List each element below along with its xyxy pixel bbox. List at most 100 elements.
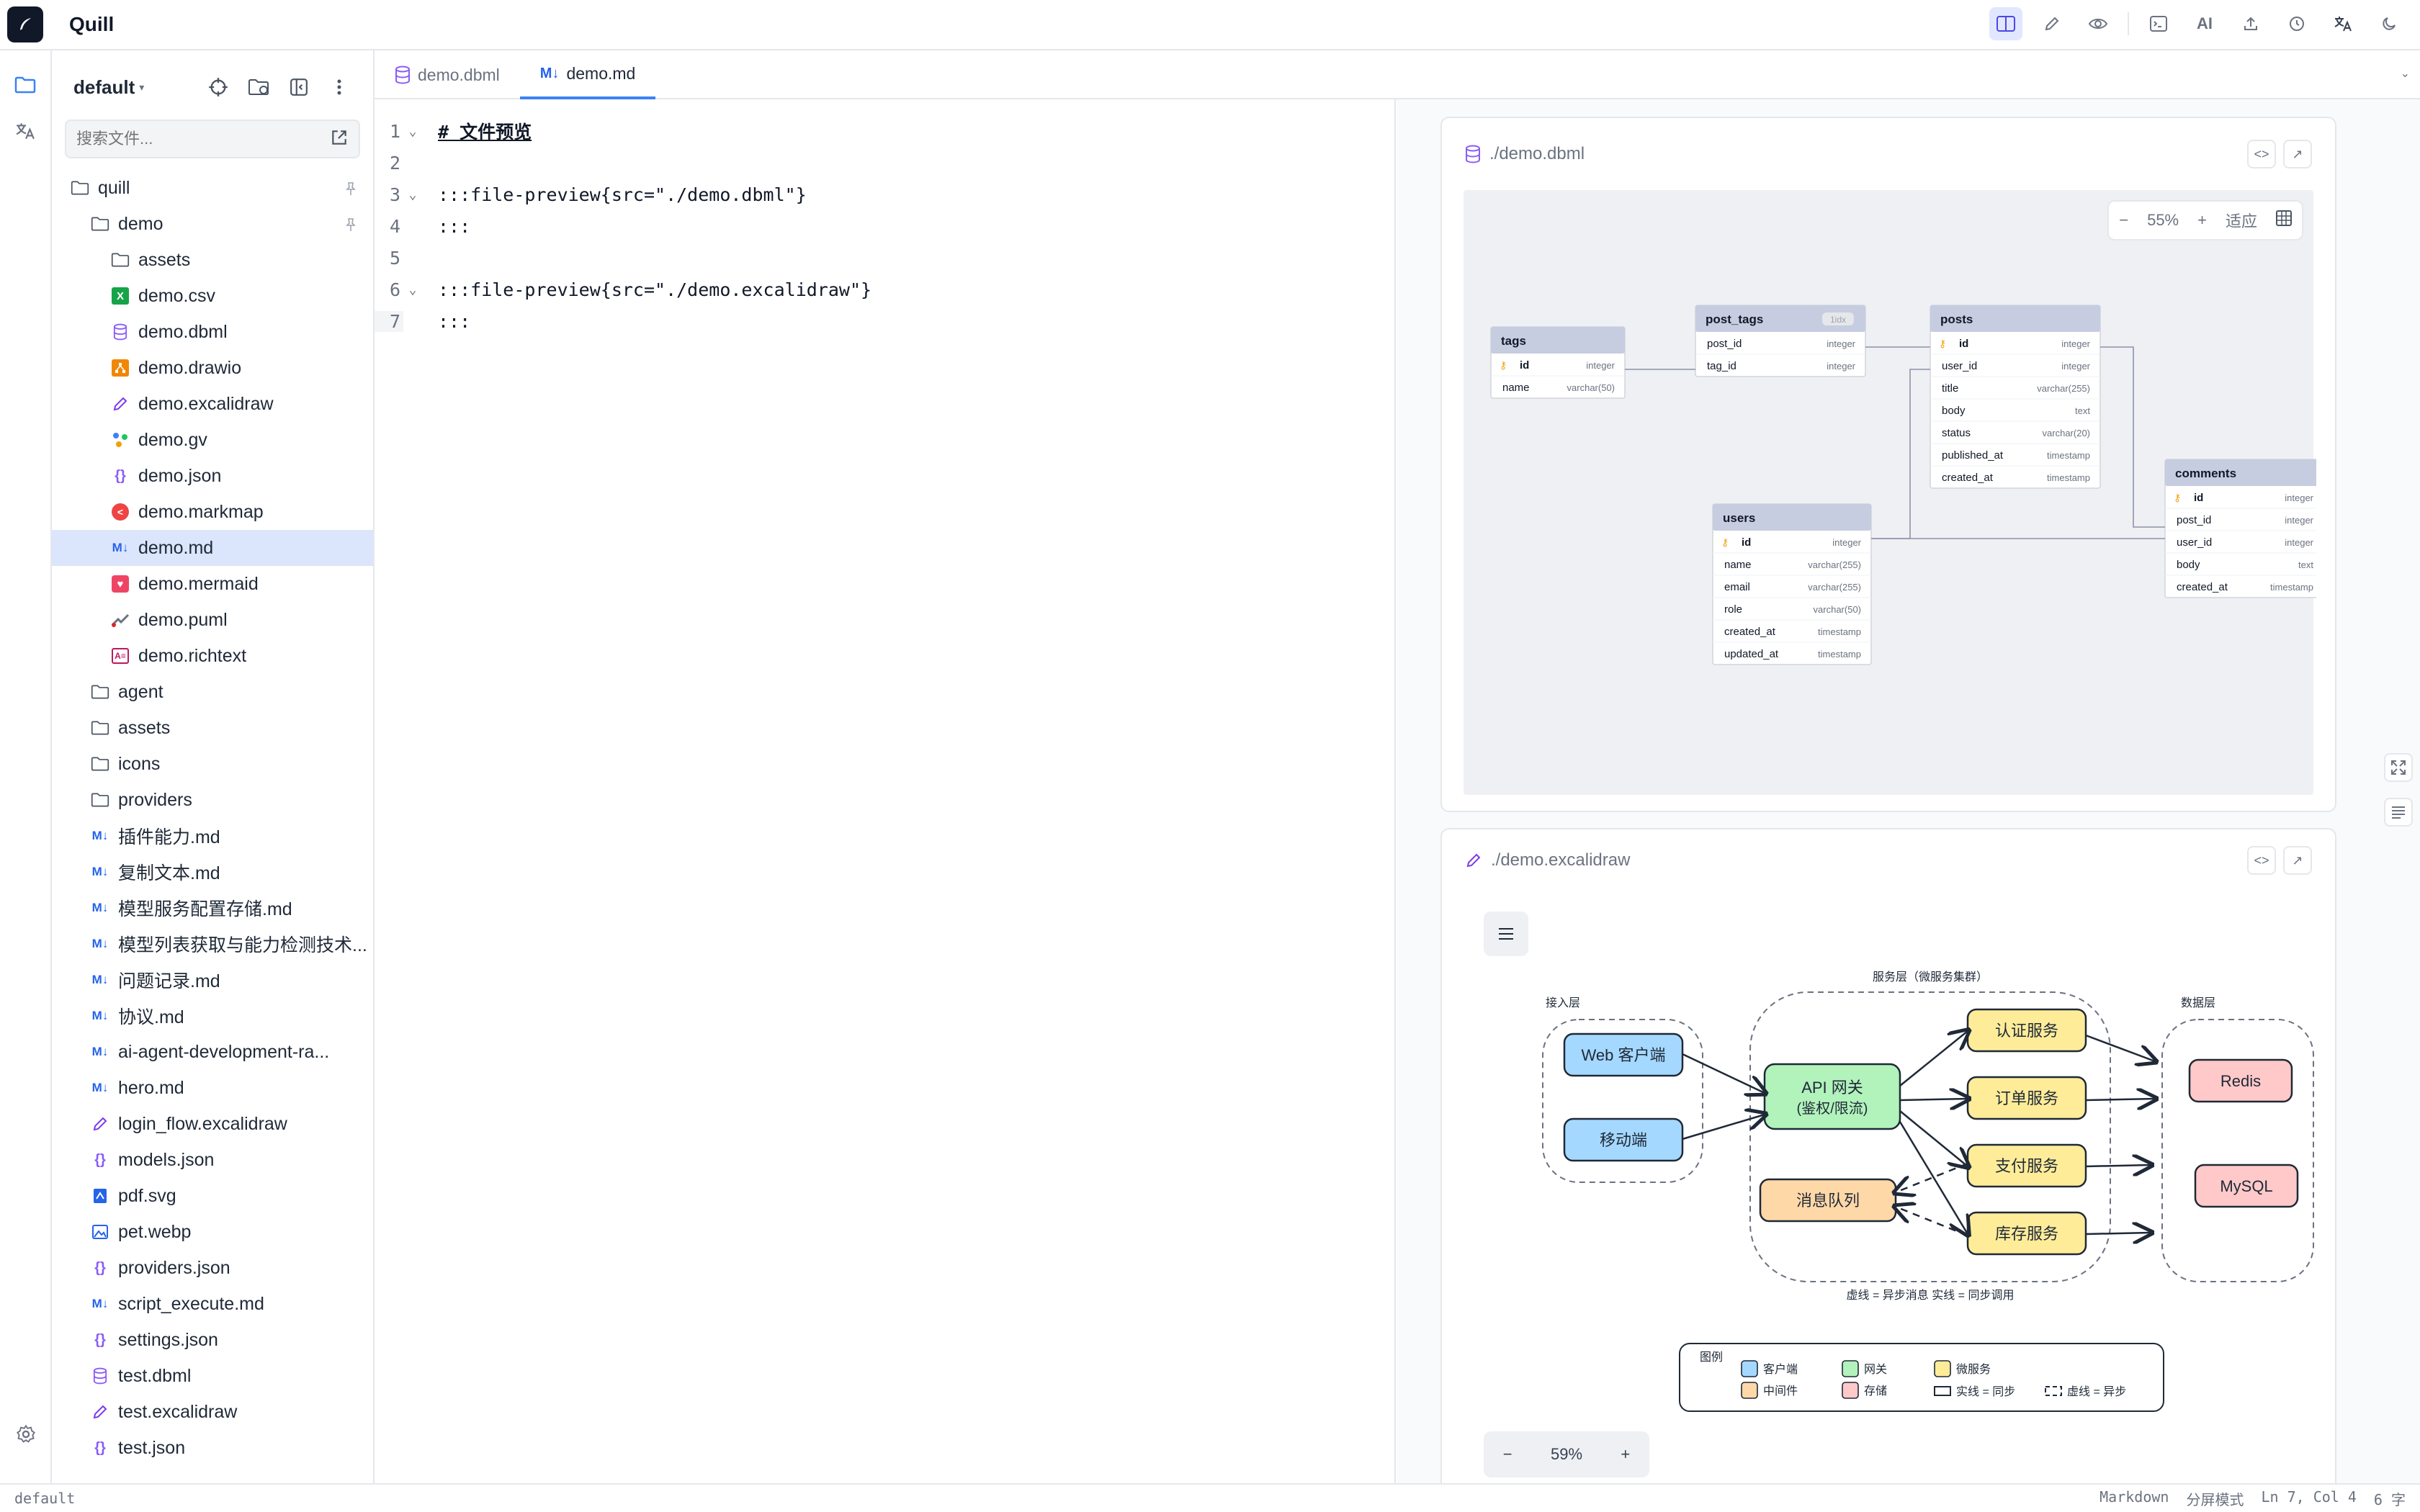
zoom-out-button[interactable]: − [1503,1445,1512,1464]
database-icon [395,66,410,84]
open-external-icon[interactable]: ↗ [2283,140,2312,168]
file-item[interactable]: M↓ 模型列表获取与能力检测技术... [52,926,373,962]
file-item[interactable]: pet.webp [52,1214,373,1250]
zoom-in-button[interactable]: + [1621,1445,1630,1464]
file-item[interactable]: {} test.json [52,1430,373,1466]
column-name: created_at [1724,626,1776,638]
tab-demo-dbml[interactable]: demo.dbml [375,50,520,99]
editor-line[interactable]: 6 ⌄:::file-preview{src="./demo.excalidraw… [375,274,1394,305]
file-item[interactable]: demo.puml [52,602,373,638]
file-item[interactable]: M↓ 模型服务配置存储.md [52,890,373,926]
split-view-icon[interactable] [1989,7,2022,40]
column-type: integer [1832,537,1861,548]
file-item[interactable]: {} providers.json [52,1250,373,1286]
status-workspace: default [14,1490,76,1507]
terminal-icon[interactable] [2142,7,2175,40]
folder-item[interactable]: quill [52,170,373,206]
code-view-icon[interactable]: <> [2247,846,2276,875]
fold-chevron-icon[interactable]: ⌄ [403,187,422,202]
fullscreen-icon[interactable] [2384,753,2413,782]
code-view-icon[interactable]: <> [2247,140,2276,168]
dbml-canvas[interactable]: − 55% + 适应 tags ⚷ id integer name varchar(50)… [1464,190,2316,795]
async-arrow [1896,1162,1968,1192]
file-item[interactable]: A≡ demo.richtext [52,638,373,674]
history-icon[interactable] [2280,7,2313,40]
file-item[interactable]: {} settings.json [52,1322,373,1358]
workspace-switcher[interactable]: default [73,76,135,99]
ai-icon[interactable]: AI [2188,7,2221,40]
preview-mode-icon[interactable] [2081,7,2115,40]
outline-icon[interactable] [2384,798,2413,827]
file-item[interactable]: demo.excalidraw [52,386,373,422]
file-item[interactable]: demo.drawio [52,350,373,386]
editor-line[interactable]: 5 [375,242,1394,274]
file-item[interactable]: {} demo.json [52,458,373,494]
editor-line[interactable]: 7::: [375,305,1394,337]
new-folder-icon[interactable] [246,75,271,99]
file-item[interactable]: pdf.svg [52,1178,373,1214]
json-braces-icon: {} [115,467,126,484]
file-item[interactable]: demo.dbml [52,314,373,350]
editor-line[interactable]: 1 ⌄ # 文件预览 [375,115,1394,147]
folder-item[interactable]: demo [52,206,373,242]
er-diagram: tags ⚷ id integer name varchar(50) post_tags 1i… [1490,305,2316,665]
folder-item[interactable]: icons [52,746,373,782]
editor-line[interactable]: 2 [375,147,1394,179]
translate-panel-icon[interactable] [9,115,41,147]
folder-item[interactable]: agent [52,674,373,710]
markdown-editor[interactable]: 1 ⌄ # 文件预览 2 3 ⌄:::file-preview{src="./demo.d… [375,99,1396,1483]
editor-line[interactable]: 3 ⌄:::file-preview{src="./demo.dbml"} [375,179,1394,210]
target-icon[interactable] [206,75,230,99]
more-vertical-icon[interactable] [327,75,351,99]
open-external-icon[interactable]: ↗ [2283,846,2312,875]
tab-overflow-chevron-icon[interactable]: ⌄ [2401,66,2410,81]
file-item[interactable]: demo.gv [52,422,373,458]
tree-item-label: demo.dbml [138,321,228,342]
tab-demo-md[interactable]: M↓ demo.md [519,50,656,99]
pin-icon[interactable] [344,180,357,201]
markmap-icon: < [109,501,131,523]
file-item[interactable]: {} models.json [52,1142,373,1178]
file-item[interactable]: M↓ demo.md [52,530,373,566]
collapse-panel-icon[interactable] [287,75,311,99]
tree-item-label: assets [138,249,191,270]
file-item[interactable]: ♥ demo.mermaid [52,566,373,602]
folder-icon [69,177,91,199]
status-language[interactable]: Markdown [2099,1488,2169,1509]
file-item[interactable]: test.dbml [52,1358,373,1394]
folder-item[interactable]: assets [52,242,373,278]
pin-icon[interactable] [344,216,357,237]
column-type: text [2298,559,2313,570]
table-name: users [1723,511,1755,525]
editor-line[interactable]: 4::: [375,210,1394,242]
tab-label: demo.md [566,63,636,83]
settings-gear-icon[interactable] [10,1418,42,1450]
file-item[interactable]: M↓ 复制文本.md [52,854,373,890]
excalidraw-canvas[interactable]: 接入层 服务层（微服务集群） 数据层 Web 客户端 移动端 API 网关 (鉴权/限流) 认… [1464,891,2314,1483]
translate-icon[interactable] [2326,7,2360,40]
file-item[interactable]: Xdemo.csv [52,278,373,314]
open-external-icon[interactable] [330,128,349,150]
chevron-down-icon[interactable]: ▾ [139,81,144,94]
status-layout[interactable]: 分屏模式 [2186,1488,2244,1509]
file-item[interactable]: M↓ ai-agent-development-ra... [52,1034,373,1070]
file-item[interactable]: M↓ 问题记录.md [52,962,373,998]
folder-item[interactable]: providers [52,782,373,818]
file-item[interactable]: M↓ 插件能力.md [52,818,373,854]
folder-item[interactable]: assets [52,710,373,746]
edit-mode-icon[interactable] [2035,7,2069,40]
upload-icon[interactable] [2234,7,2267,40]
fold-chevron-icon[interactable]: ⌄ [403,124,422,139]
legend-solid-label: 实线 = 同步 [1956,1385,2015,1398]
file-item[interactable]: M↓ 协议.md [52,998,373,1034]
files-folder-icon[interactable] [9,69,41,101]
file-item[interactable]: M↓ hero.md [52,1070,373,1106]
file-item[interactable]: < demo.markmap [52,494,373,530]
theme-moon-icon[interactable] [2372,7,2406,40]
search-input[interactable] [76,130,330,148]
fold-chevron-icon[interactable]: ⌄ [403,282,422,297]
tree-item-label: 协议.md [118,1007,184,1027]
file-item[interactable]: M↓ script_execute.md [52,1286,373,1322]
file-item[interactable]: login_flow.excalidraw [52,1106,373,1142]
file-item[interactable]: test.excalidraw [52,1394,373,1430]
